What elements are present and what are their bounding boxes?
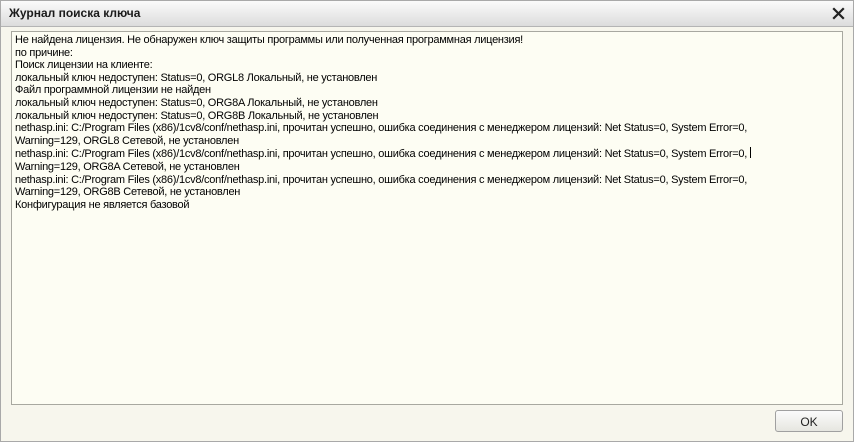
- close-button[interactable]: [830, 5, 847, 22]
- log-line: Поиск лицензии на клиенте:: [15, 59, 153, 72]
- log-line: nethasp.ini: C:/Program Files (x86)/1cv8…: [15, 173, 748, 186]
- log-line: локальный ключ недоступен: Status=0, ORG…: [15, 109, 379, 122]
- log-line: Warning=129, ORG8A Сетевой, не установле…: [15, 160, 240, 173]
- title-bar[interactable]: Журнал поиска ключа: [1, 1, 853, 27]
- log-line: Конфигурация не является базовой: [15, 198, 190, 211]
- log-line: локальный ключ недоступен: Status=0, ORG…: [15, 71, 378, 84]
- log-lines: Не найдена лицензия. Не обнаружен ключ з…: [15, 34, 839, 211]
- text-caret: [750, 147, 752, 159]
- log-text-area[interactable]: Не найдена лицензия. Не обнаружен ключ з…: [11, 31, 843, 405]
- log-line: Warning=129, ORG8B Сетевой, не установле…: [15, 186, 241, 199]
- log-line: Не найдена лицензия. Не обнаружен ключ з…: [15, 34, 523, 46]
- log-line: Warning=129, ORGL8 Сетевой, не установле…: [15, 134, 239, 147]
- dialog-window: Журнал поиска ключа Не найдена лицензия.…: [0, 0, 854, 442]
- window-title: Журнал поиска ключа: [9, 6, 141, 20]
- log-line: локальный ключ недоступен: Status=0, ORG…: [15, 96, 378, 109]
- log-line: nethasp.ini: C:/Program Files (x86)/1cv8…: [15, 122, 748, 135]
- log-line: по причине:: [15, 46, 73, 59]
- log-line: Файл программной лицензии не найден: [15, 84, 211, 97]
- log-line: nethasp.ini: C:/Program Files (x86)/1cv8…: [15, 147, 839, 161]
- close-icon: [832, 7, 845, 20]
- ok-button[interactable]: OK: [775, 410, 843, 432]
